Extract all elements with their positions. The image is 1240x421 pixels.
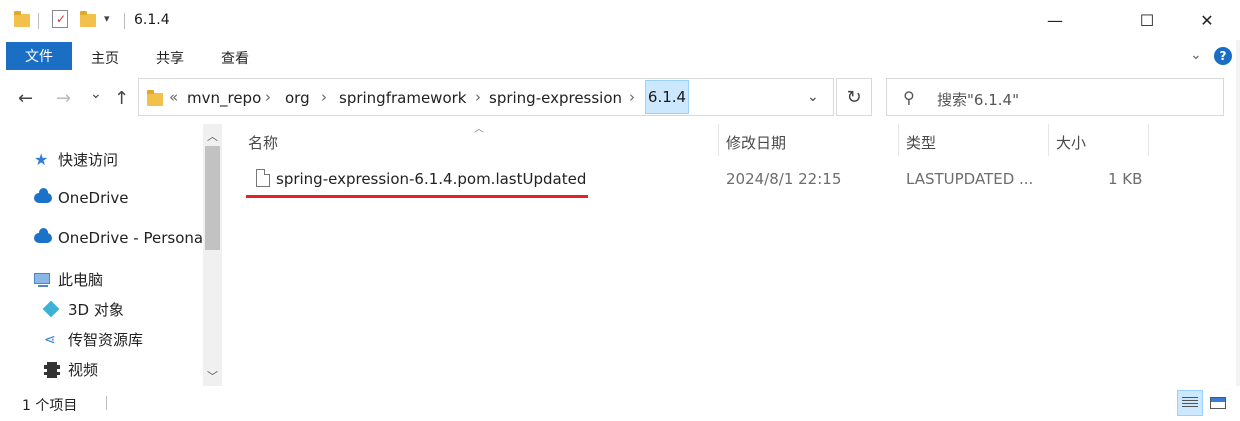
minimize-button[interactable]: —	[1032, 0, 1078, 40]
navigation-bar: ← → ⌄ ↑ « mvn_repo › org › springframewo…	[0, 72, 1240, 124]
column-header-modified[interactable]: 修改日期	[726, 132, 786, 153]
chevron-right-icon[interactable]: ›	[321, 88, 327, 106]
forward-button[interactable]: →	[56, 88, 71, 109]
tab-share[interactable]: 共享	[156, 48, 184, 68]
tab-home[interactable]: 主页	[91, 48, 119, 68]
highlight-underline	[246, 195, 588, 198]
file-list: ︿ 名称 修改日期 类型 大小 spring-expression-6.1.4.…	[222, 124, 1240, 386]
status-bar: 1 个项目	[0, 386, 1240, 421]
sort-ascending-icon: ︿	[474, 124, 484, 135]
sidebar-item-videos[interactable]: 视频	[44, 359, 98, 380]
file-icon	[256, 169, 270, 187]
details-view-button[interactable]	[1177, 390, 1203, 416]
breadcrumb-spring-expression[interactable]: spring-expression	[489, 89, 622, 107]
address-bar[interactable]: « mvn_repo › org › springframework › spr…	[138, 78, 834, 116]
sidebar-scrollbar[interactable]: ︿ ﹀	[203, 124, 222, 386]
recent-locations-button[interactable]: ⌄	[90, 86, 102, 102]
customize-toolbar-icon[interactable]: ▾	[104, 12, 110, 25]
share-icon: ⋖	[44, 331, 56, 348]
divider[interactable]	[898, 124, 899, 156]
cloud-icon	[34, 188, 52, 206]
file-modified: 2024/8/1 22:15	[726, 170, 842, 188]
sidebar-item-onedrive-personal[interactable]: OneDrive - Personal	[34, 228, 208, 247]
tab-view[interactable]: 查看	[221, 48, 249, 68]
back-button[interactable]: ←	[18, 88, 33, 109]
large-icons-view-button[interactable]	[1205, 390, 1231, 416]
sidebar-item-label: 视频	[68, 361, 99, 379]
column-header-size[interactable]: 大小	[1056, 132, 1086, 153]
refresh-button[interactable]: ↻	[836, 78, 872, 116]
search-placeholder: 搜索"6.1.4"	[937, 91, 1019, 109]
sidebar-item-label: OneDrive	[58, 189, 129, 207]
column-header-type[interactable]: 类型	[906, 132, 936, 153]
scrollbar-thumb[interactable]	[205, 146, 220, 250]
divider[interactable]	[718, 124, 719, 156]
cube-icon	[42, 300, 62, 318]
navigation-pane: ★ 快速访问 OneDrive OneDrive - Personal 此电脑 …	[0, 124, 222, 386]
ribbon: 文件 主页 共享 查看 ⌄ ?	[0, 40, 1240, 72]
close-button[interactable]: ✕	[1184, 0, 1230, 40]
chevron-right-icon[interactable]: ›	[265, 88, 271, 106]
scroll-up-icon[interactable]: ︿	[207, 128, 218, 144]
breadcrumb-springframework[interactable]: springframework	[339, 89, 466, 107]
divider	[124, 13, 125, 29]
search-input[interactable]: ⚲ 搜索"6.1.4"	[886, 78, 1224, 116]
star-icon: ★	[34, 149, 49, 169]
window-border	[1236, 40, 1240, 421]
chevron-down-icon[interactable]: ⌄	[807, 89, 819, 105]
window-title: 6.1.4	[134, 12, 170, 28]
breadcrumb-mvn-repo[interactable]: mvn_repo	[187, 89, 261, 107]
file-size: 1 KB	[1108, 170, 1143, 188]
sidebar-item-label: 此电脑	[58, 271, 104, 289]
title-bar: ✓ ▾ 6.1.4 — ☐ ✕	[0, 0, 1240, 40]
divider	[106, 396, 107, 410]
item-count: 1 个项目	[22, 398, 78, 414]
details-view-icon	[1182, 397, 1198, 409]
breadcrumb-org[interactable]: org	[285, 89, 310, 107]
chevron-down-icon[interactable]: ⌄	[1190, 47, 1202, 63]
file-type: LASTUPDATED ...	[906, 170, 1034, 188]
maximize-button[interactable]: ☐	[1124, 0, 1170, 40]
table-row[interactable]: spring-expression-6.1.4.pom.lastUpdated …	[248, 164, 1148, 194]
pc-icon	[34, 272, 52, 288]
file-name[interactable]: spring-expression-6.1.4.pom.lastUpdated	[276, 170, 586, 188]
sidebar-item-label: OneDrive - Personal	[58, 229, 208, 247]
search-icon: ⚲	[903, 88, 915, 107]
divider[interactable]	[1148, 124, 1149, 156]
chevron-right-icon[interactable]: ›	[629, 88, 635, 106]
up-button[interactable]: ↑	[114, 88, 129, 109]
film-icon	[44, 361, 62, 378]
large-icons-view-icon	[1210, 397, 1226, 409]
help-icon[interactable]: ?	[1214, 47, 1232, 65]
divider	[38, 13, 39, 29]
tab-file[interactable]: 文件	[6, 42, 72, 70]
sidebar-item-this-pc[interactable]: 此电脑	[34, 269, 103, 290]
properties-icon[interactable]: ✓	[52, 10, 68, 28]
sidebar-item-resource-library[interactable]: ⋖ 传智资源库	[44, 329, 143, 350]
cloud-icon	[34, 228, 52, 246]
divider[interactable]	[1048, 124, 1049, 156]
sidebar-item-label: 传智资源库	[68, 331, 144, 349]
breadcrumb-current[interactable]: 6.1.4	[645, 80, 689, 114]
sidebar-item-3d-objects[interactable]: 3D 对象	[42, 299, 124, 320]
sidebar-item-quick-access[interactable]: ★ 快速访问	[34, 149, 118, 170]
overflow-icon[interactable]: «	[169, 88, 178, 106]
sidebar-item-onedrive[interactable]: OneDrive	[34, 188, 129, 207]
column-header-name[interactable]: 名称	[248, 132, 278, 153]
sidebar-item-label: 快速访问	[58, 151, 119, 169]
sidebar-item-label: 3D 对象	[68, 301, 124, 319]
scroll-down-icon[interactable]: ﹀	[207, 368, 218, 384]
chevron-right-icon[interactable]: ›	[475, 88, 481, 106]
